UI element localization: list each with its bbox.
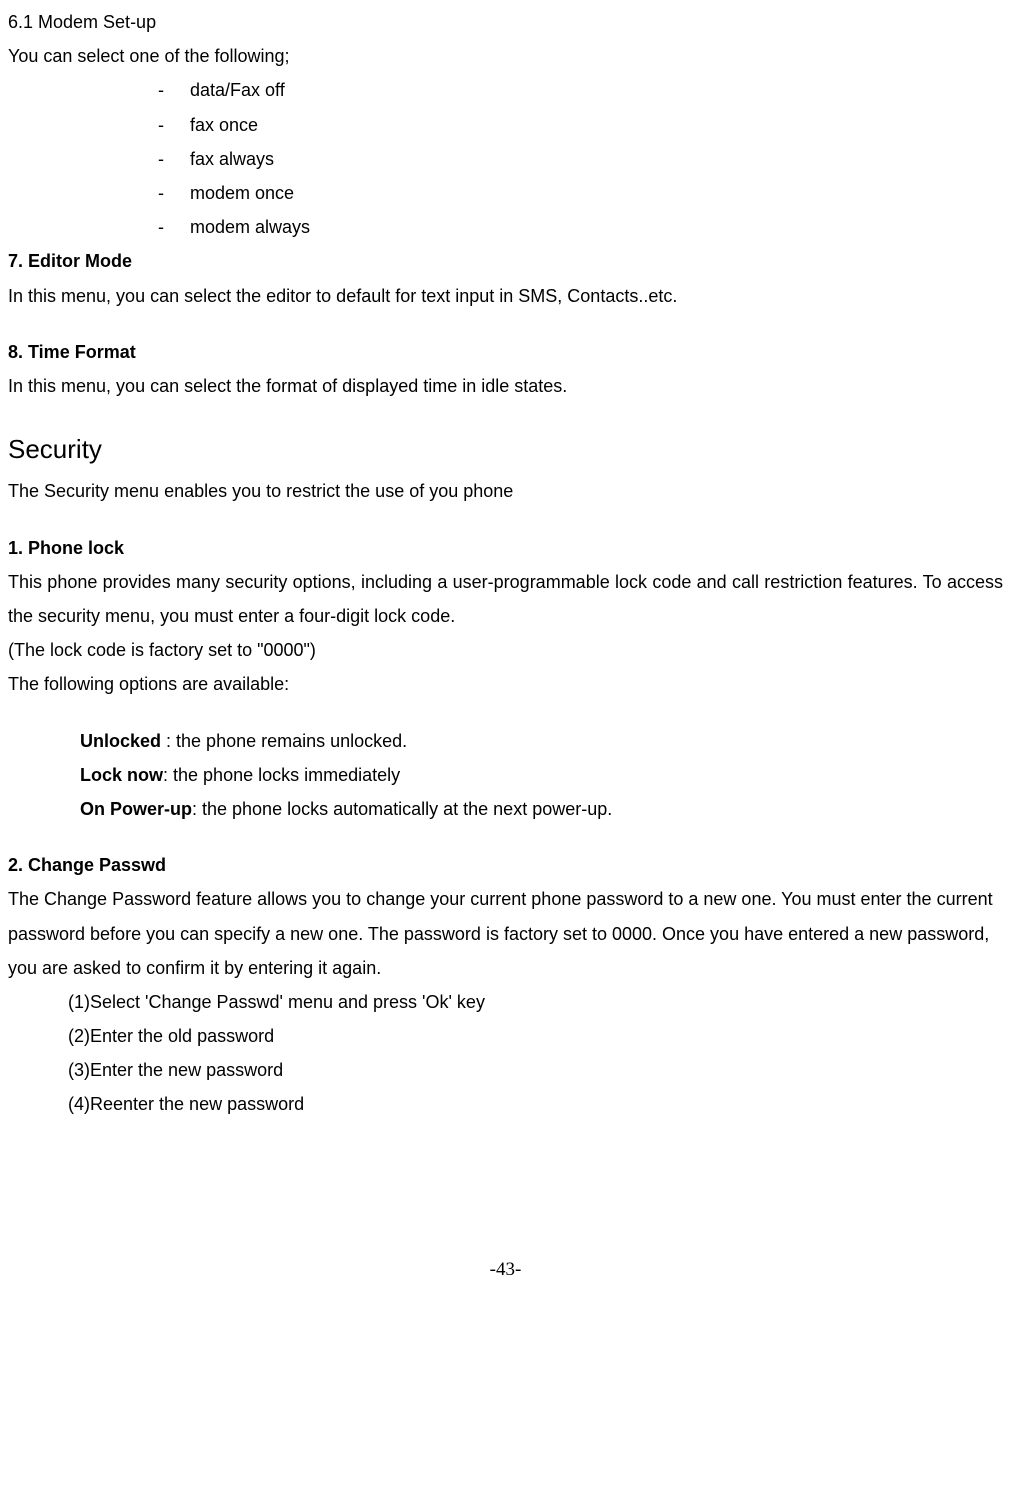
options-list: Unlocked : the phone remains unlocked. L… [8,724,1003,827]
dash-icon: - [158,176,170,210]
heading-6-1: 6.1 Modem Set-up [8,5,1003,39]
section-change-passwd: 2. Change Passwd The Change Password fea… [8,848,1003,1122]
paragraph: You can select one of the following; [8,39,1003,73]
section-7: 7. Editor Mode In this menu, you can sel… [8,244,1003,312]
heading-7: 7. Editor Mode [8,244,1003,278]
numbered-list: (1) Select 'Change Passwd' menu and pres… [8,985,1003,1122]
page-number: -43- [8,1252,1003,1288]
paragraph: (The lock code is factory set to "0000") [8,633,1003,667]
list-item: - data/Fax off [158,73,1003,107]
heading-change-passwd: 2. Change Passwd [8,848,1003,882]
step-number: (3) [68,1053,90,1087]
option-desc: : the phone locks immediately [163,765,400,785]
dash-icon: - [158,73,170,107]
list-item: (4) Reenter the new password [68,1087,1003,1121]
heading-phone-lock: 1. Phone lock [8,531,1003,565]
heading-8: 8. Time Format [8,335,1003,369]
step-number: (1) [68,985,90,1019]
list-text: data/Fax off [190,73,285,107]
list-item: - modem always [158,210,1003,244]
list-item: (2) Enter the old password [68,1019,1003,1053]
paragraph: In this menu, you can select the editor … [8,279,1003,313]
step-number: (2) [68,1019,90,1053]
heading-security: Security [8,425,1003,474]
option-label: On Power-up [80,799,192,819]
list-text: fax always [190,142,274,176]
list-item: - fax once [158,108,1003,142]
step-text: Enter the new password [90,1053,283,1087]
option-label: Unlocked [80,731,166,751]
option-desc: : the phone locks automatically at the n… [192,799,612,819]
list-item: (3) Enter the new password [68,1053,1003,1087]
option-item: On Power-up: the phone locks automatical… [80,792,1003,826]
option-desc: : the phone remains unlocked. [166,731,407,751]
paragraph: The Security menu enables you to restric… [8,474,1003,508]
paragraph: In this menu, you can select the format … [8,369,1003,403]
paragraph: The following options are available: [8,667,1003,701]
paragraph: The Change Password feature allows you t… [8,882,1003,985]
list-text: modem always [190,210,310,244]
step-text: Reenter the new password [90,1087,304,1121]
bullet-list: - data/Fax off - fax once - fax always -… [8,73,1003,244]
step-text: Select 'Change Passwd' menu and press 'O… [90,985,485,1019]
list-item: (1) Select 'Change Passwd' menu and pres… [68,985,1003,1019]
list-item: - fax always [158,142,1003,176]
section-6-1: 6.1 Modem Set-up You can select one of t… [8,5,1003,244]
dash-icon: - [158,210,170,244]
dash-icon: - [158,142,170,176]
paragraph: This phone provides many security option… [8,565,1003,633]
step-number: (4) [68,1087,90,1121]
option-label: Lock now [80,765,163,785]
dash-icon: - [158,108,170,142]
step-text: Enter the old password [90,1019,274,1053]
option-item: Lock now: the phone locks immediately [80,758,1003,792]
option-item: Unlocked : the phone remains unlocked. [80,724,1003,758]
list-text: fax once [190,108,258,142]
list-item: - modem once [158,176,1003,210]
section-8: 8. Time Format In this menu, you can sel… [8,335,1003,403]
section-phone-lock: 1. Phone lock This phone provides many s… [8,531,1003,827]
list-text: modem once [190,176,294,210]
